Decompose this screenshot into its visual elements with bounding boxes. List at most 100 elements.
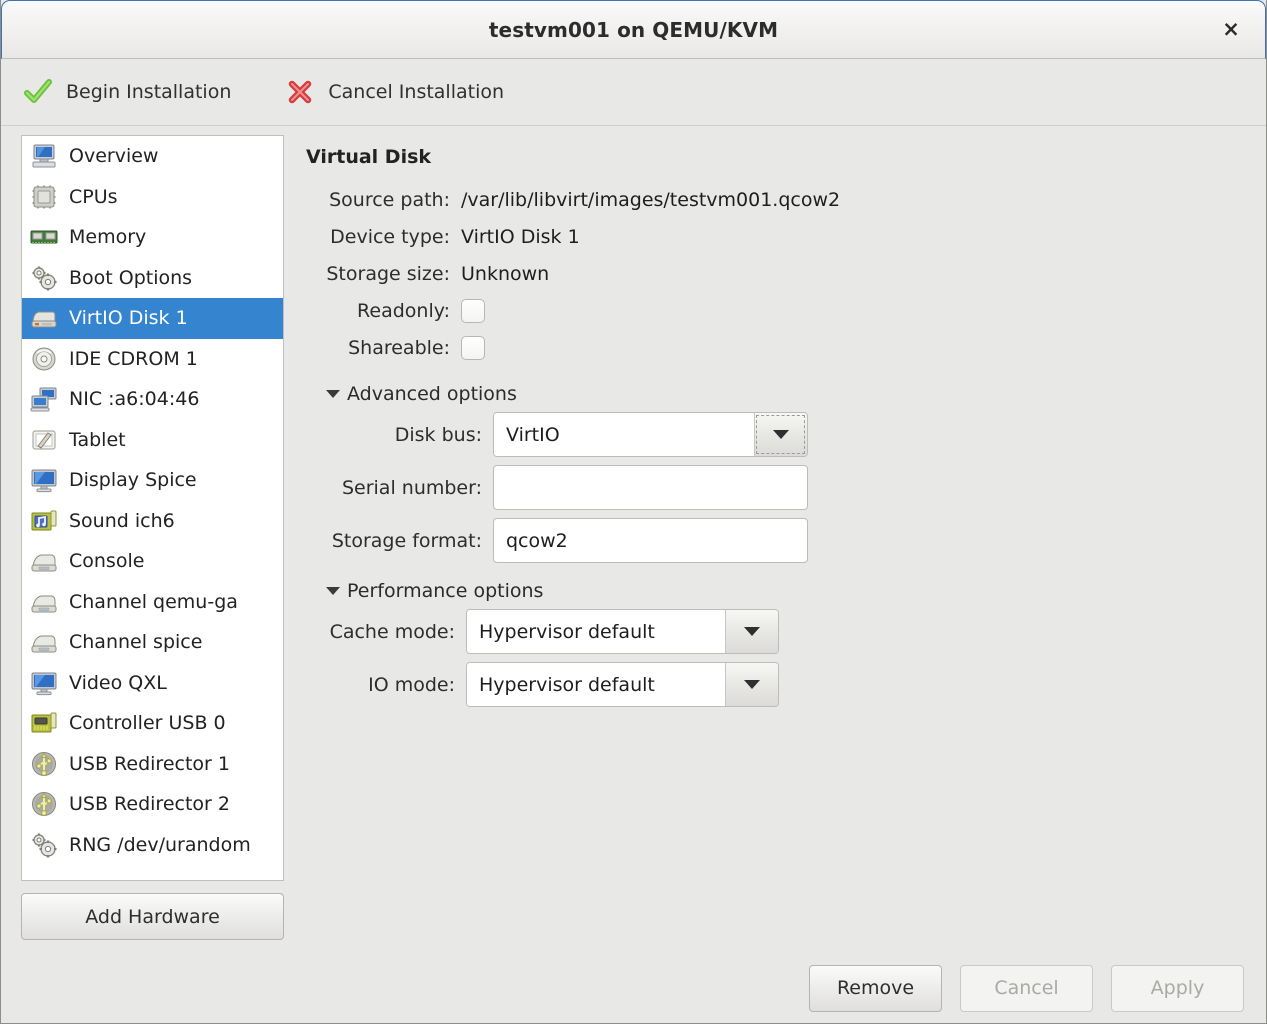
monitor-icon	[29, 668, 59, 698]
sidebar-item-memory[interactable]: Memory	[22, 217, 283, 258]
sidebar-item-rng-dev-urandom[interactable]: RNG /dev/urandom	[22, 825, 283, 866]
disk-detail-pane: Virtual Disk Source path: /var/lib/libvi…	[284, 126, 1266, 953]
sidebar-item-cpus[interactable]: CPUs	[22, 177, 283, 218]
sidebar-item-label: Channel qemu-ga	[69, 590, 238, 613]
sidebar-item-sound-ich6[interactable]: Sound ich6	[22, 501, 283, 542]
shareable-checkbox[interactable]	[461, 335, 485, 360]
sidebar-item-usb-redirector-2[interactable]: USB Redirector 2	[22, 784, 283, 825]
chevron-down-icon	[326, 390, 340, 398]
harddisk-icon	[29, 303, 59, 333]
sidebar-item-label: Sound ich6	[69, 509, 175, 532]
serial-number-row: Serial number:	[306, 465, 1244, 510]
cdrom-disc-icon	[29, 344, 59, 374]
sidebar-item-label: USB Redirector 1	[69, 752, 230, 775]
source-path-label: Source path:	[329, 188, 450, 211]
cache-mode-dropdown-button[interactable]	[725, 610, 778, 653]
begin-installation-button[interactable]: Begin Installation	[23, 77, 231, 107]
serial-number-label: Serial number:	[341, 476, 482, 499]
chevron-down-icon	[744, 627, 760, 636]
tablet-pen-icon	[29, 425, 59, 455]
advanced-options-toggle[interactable]: Advanced options	[326, 383, 1244, 405]
chevron-down-icon	[773, 430, 789, 439]
cancel-button: Cancel	[960, 964, 1093, 1012]
sidebar-item-label: Display Spice	[69, 469, 197, 492]
sidebar-item-label: Overview	[69, 145, 159, 168]
storage-format-input[interactable]: qcow2	[493, 518, 808, 563]
cancel-installation-button[interactable]: Cancel Installation	[285, 77, 504, 107]
sidebar-item-label: Video QXL	[69, 671, 167, 694]
sidebar-item-label: CPUs	[69, 185, 118, 208]
disk-bus-label: Disk bus:	[394, 423, 482, 446]
storage-size-value: Unknown	[461, 262, 550, 285]
performance-options-toggle[interactable]: Performance options	[326, 580, 1244, 602]
cancel-installation-label: Cancel Installation	[328, 81, 505, 103]
storage-size-row: Storage size: Unknown	[306, 255, 1244, 292]
apply-button: Apply	[1111, 964, 1244, 1012]
cache-mode-value: Hypervisor default	[467, 610, 725, 653]
network-card-icon	[29, 384, 59, 414]
disk-bus-select[interactable]: VirtIO	[493, 412, 808, 457]
sidebar-item-label: Memory	[69, 226, 147, 249]
main-content: Overview CPUs Memory Boot Options VirtIO Dis…	[1, 126, 1266, 953]
shareable-label: Shareable:	[348, 336, 450, 359]
io-mode-row: IO mode: Hypervisor default	[306, 662, 1244, 707]
sidebar-item-label: Console	[69, 550, 145, 573]
sidebar-item-virtio-disk-1[interactable]: VirtIO Disk 1	[22, 298, 283, 339]
advanced-options-label: Advanced options	[347, 383, 517, 405]
device-type-row: Device type: VirtIO Disk 1	[306, 218, 1244, 255]
install-toolbar: Begin Installation Cancel Installation	[1, 59, 1266, 126]
sidebar-item-display-spice[interactable]: Display Spice	[22, 460, 283, 501]
sidebar-item-channel-qemu-ga[interactable]: Channel qemu-ga	[22, 582, 283, 623]
gears-icon	[29, 830, 59, 860]
sidebar-item-overview[interactable]: Overview	[22, 136, 283, 177]
shareable-row: Shareable:	[306, 329, 1244, 366]
add-hardware-wrap: Add Hardware	[21, 881, 284, 953]
begin-installation-label: Begin Installation	[66, 81, 232, 103]
io-mode-dropdown-button[interactable]	[725, 663, 778, 706]
readonly-checkbox[interactable]	[461, 298, 485, 323]
source-path-value: /var/lib/libvirt/images/testvm001.qcow2	[461, 188, 841, 211]
green-check-icon	[23, 77, 53, 107]
sidebar-item-boot-options[interactable]: Boot Options	[22, 258, 283, 299]
serial-console-icon	[29, 546, 59, 576]
add-hardware-button[interactable]: Add Hardware	[21, 893, 284, 940]
storage-format-label: Storage format:	[331, 529, 482, 552]
source-path-row: Source path: /var/lib/libvirt/images/tes…	[306, 181, 1244, 218]
sidebar-item-nic-a6-04-46[interactable]: NIC :a6:04:46	[22, 379, 283, 420]
serial-number-input[interactable]	[493, 465, 808, 510]
sidebar-item-label: Tablet	[69, 428, 126, 451]
close-icon[interactable]: ×	[1217, 16, 1245, 44]
sound-card-icon	[29, 506, 59, 536]
storage-format-row: Storage format: qcow2	[306, 518, 1244, 563]
sidebar-item-console[interactable]: Console	[22, 541, 283, 582]
cache-mode-select[interactable]: Hypervisor default	[466, 609, 779, 654]
page-title: Virtual Disk	[306, 146, 432, 168]
readonly-row: Readonly:	[306, 292, 1244, 329]
chevron-down-icon	[326, 587, 340, 595]
io-mode-label: IO mode:	[368, 673, 455, 696]
serial-console-icon	[29, 587, 59, 617]
io-mode-select[interactable]: Hypervisor default	[466, 662, 779, 707]
hardware-list[interactable]: Overview CPUs Memory Boot Options VirtIO Dis…	[21, 135, 284, 881]
remove-button[interactable]: Remove	[809, 964, 942, 1012]
sidebar-item-ide-cdrom-1[interactable]: IDE CDROM 1	[22, 339, 283, 380]
usb-icon	[29, 749, 59, 779]
sidebar-item-video-qxl[interactable]: Video QXL	[22, 663, 283, 704]
sidebar-item-label: RNG /dev/urandom	[69, 833, 251, 856]
serial-console-icon	[29, 627, 59, 657]
sidebar-item-usb-redirector-1[interactable]: USB Redirector 1	[22, 744, 283, 785]
cpu-chip-icon	[29, 182, 59, 212]
sidebar-item-controller-usb-0[interactable]: Controller USB 0	[22, 703, 283, 744]
readonly-label: Readonly:	[357, 299, 450, 322]
storage-size-label: Storage size:	[326, 262, 450, 285]
gears-icon	[29, 263, 59, 293]
disk-bus-dropdown-button[interactable]	[754, 413, 807, 456]
io-mode-value: Hypervisor default	[467, 663, 725, 706]
device-type-label: Device type:	[330, 225, 450, 248]
sidebar-item-channel-spice[interactable]: Channel spice	[22, 622, 283, 663]
sidebar-item-tablet[interactable]: Tablet	[22, 420, 283, 461]
vm-details-window: testvm001 on QEMU/KVM × Begin Installati…	[0, 0, 1267, 1024]
device-type-value: VirtIO Disk 1	[461, 225, 580, 248]
sidebar-item-label: Boot Options	[69, 266, 193, 289]
chevron-down-icon	[744, 680, 760, 689]
